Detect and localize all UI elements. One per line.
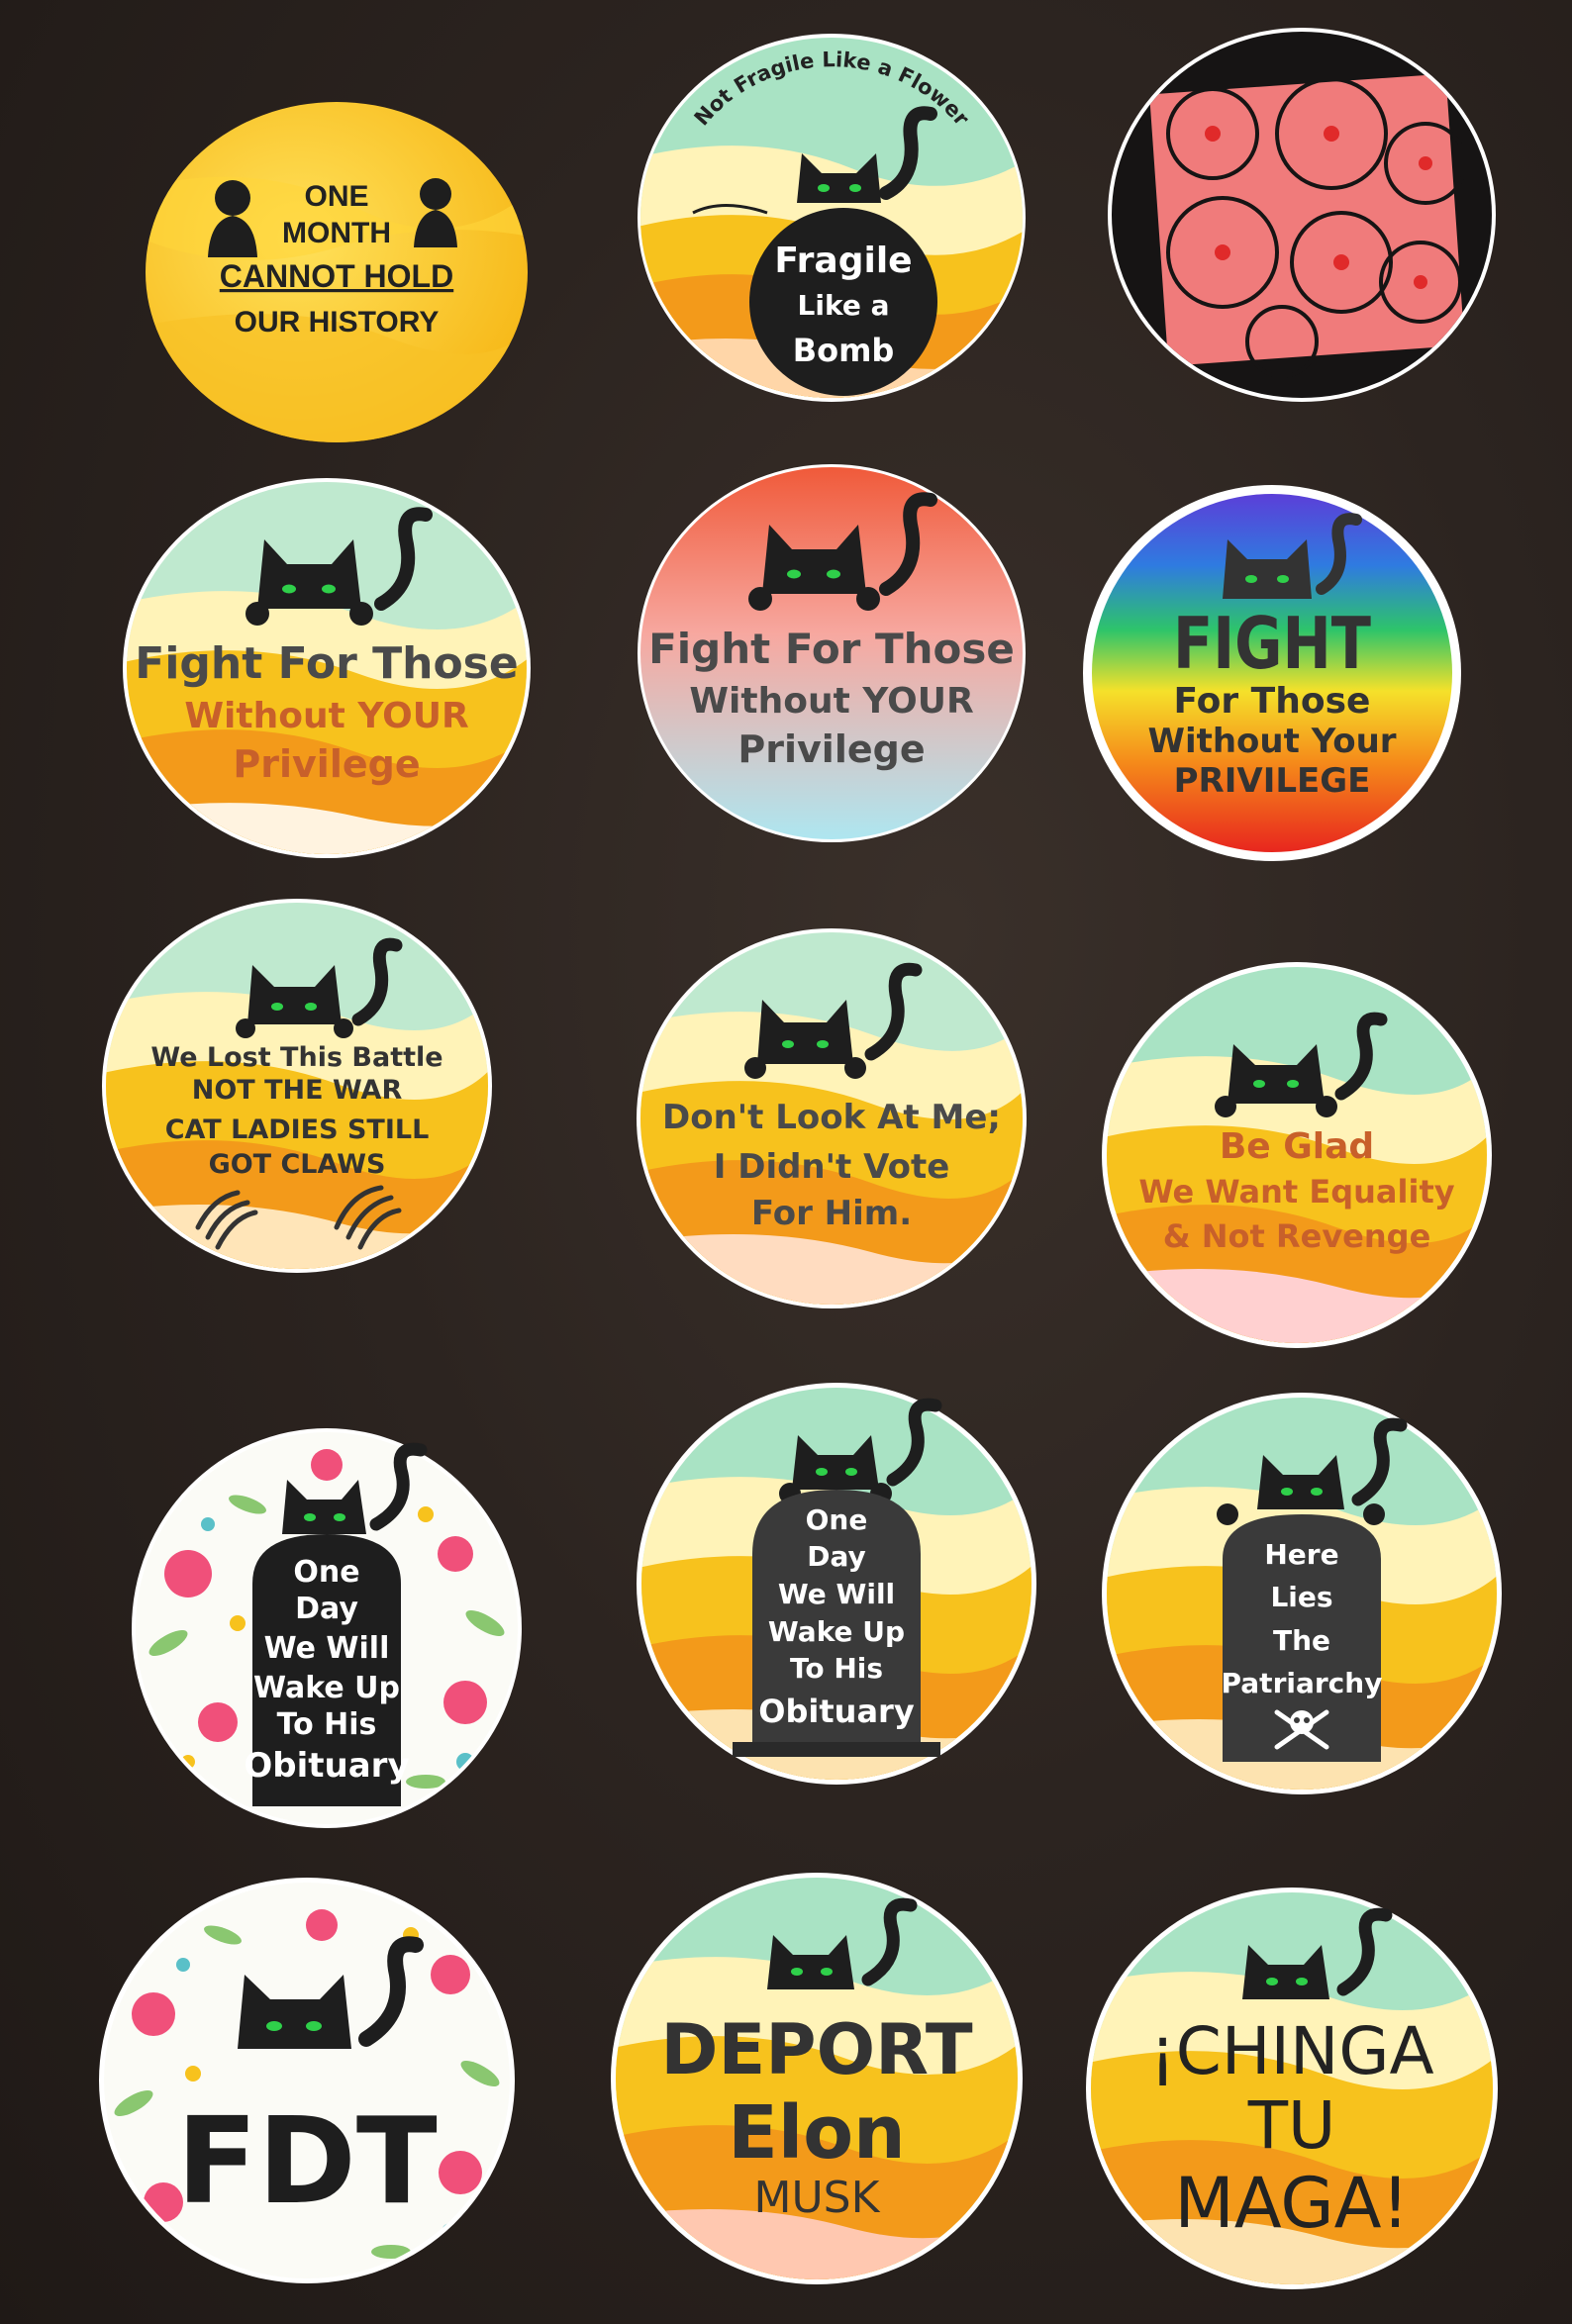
sticker-one-month: ONE MONTH CANNOT HOLD OUR HISTORY: [146, 102, 528, 442]
sticker-rainbow-line-1: FIGHT: [1173, 602, 1371, 685]
sticker-obituary-gradient: One Day We Will Wake Up To His Obituary: [637, 1383, 1036, 1785]
sticker-fdt-text: FDT: [176, 2093, 438, 2231]
sticker-fdt: FDT: [99, 1878, 515, 2283]
sticker-patriarchy-line-4: Patriarchy: [1222, 1667, 1383, 1699]
sticker-obit2-line-3: We Will: [778, 1578, 895, 1610]
sticker-deport-line-3: MUSK: [754, 2173, 881, 2223]
flower-pattern-icon: [1149, 74, 1467, 378]
sticker-beglad-line-2: We Want Equality: [1138, 1173, 1454, 1210]
sticker-obit1-line-1: One: [293, 1555, 359, 1590]
sticker-one-month-line-2: MONTH: [282, 217, 391, 249]
sticker-fight1-line-2: Without YOUR: [184, 696, 468, 736]
sticker-obit2-line-6: Obituary: [758, 1693, 915, 1730]
sticker-obituary-floral: One Day We Will Wake Up To His Obituary: [132, 1428, 522, 1828]
sticker-one-month-line-4: OUR HISTORY: [235, 306, 440, 339]
sticker-fragile-line-3: Bomb: [793, 332, 895, 369]
sticker-be-glad: Be Glad We Want Equality & Not Revenge: [1102, 962, 1492, 1348]
sticker-obit1-line-2: Day: [295, 1592, 358, 1626]
sticker-obit2-line-5: To His: [790, 1652, 883, 1685]
sticker-one-month-line-1: ONE: [304, 180, 368, 213]
sticker-obit2-line-1: One: [806, 1503, 868, 1536]
sticker-lost-line-3: CAT LADIES STILL: [165, 1114, 430, 1145]
sticker-patriarchy: Here Lies The Patriarchy: [1102, 1393, 1502, 1794]
sticker-obit1-line-4: Wake Up: [253, 1671, 400, 1705]
sticker-obit2-line-2: Day: [807, 1540, 866, 1573]
sticker-dontlook-line-1: Don't Look At Me;: [662, 1098, 1001, 1137]
sticker-fight-privilege-1: Fight For Those Without YOUR Privilege: [123, 478, 531, 858]
sticker-one-month-line-3: CANNOT HOLD: [220, 258, 453, 294]
sticker-patriarchy-line-1: Here: [1264, 1538, 1338, 1571]
sticker-chinga-maga: ¡CHINGA TU MAGA!: [1086, 1888, 1498, 2289]
sticker-dont-look: Don't Look At Me; I Didn't Vote For Him.: [637, 928, 1027, 1308]
sticker-fight-privilege-2: Fight For Those Without YOUR Privilege: [638, 464, 1026, 842]
sticker-rainbow-line-2: For Those: [1174, 681, 1371, 722]
sticker-lost-line-4: GOT CLAWS: [209, 1149, 386, 1180]
sticker-fragile-bomb: Not Fragile Like a Flower Fragile Like a…: [638, 34, 1026, 402]
sticker-obit2-line-4: Wake Up: [768, 1615, 905, 1648]
sticker-flowers: [1108, 28, 1496, 402]
sticker-lost-battle: We Lost This Battle NOT THE WAR CAT LADI…: [102, 899, 492, 1273]
sticker-rainbow-line-4: PRIVILEGE: [1174, 761, 1371, 801]
sticker-patriarchy-line-3: The: [1273, 1624, 1330, 1657]
sticker-deport-elon: DEPORT Elon MUSK: [611, 1873, 1023, 2284]
sticker-fight2-line-1: Fight For Those: [648, 625, 1015, 673]
sticker-beglad-line-1: Be Glad: [1220, 1126, 1374, 1167]
sticker-obit1-line-3: We Will: [264, 1631, 390, 1666]
sticker-fight1-line-1: Fight For Those: [135, 638, 518, 689]
sticker-fight2-line-2: Without YOUR: [689, 681, 973, 722]
sticker-obit1-line-6: Obituary: [244, 1746, 409, 1786]
sticker-lost-line-1: We Lost This Battle: [150, 1042, 442, 1073]
sticker-fragile-line-1: Fragile: [774, 241, 912, 281]
sticker-fragile-line-2: Like a: [798, 289, 890, 322]
sticker-fight1-line-3: Privilege: [233, 742, 420, 786]
sticker-deport-line-1: DEPORT: [660, 2009, 972, 2090]
sticker-patriarchy-line-2: Lies: [1270, 1581, 1332, 1613]
sticker-chinga-line-3: MAGA!: [1174, 2163, 1409, 2244]
sticker-dontlook-line-2: I Didn't Vote: [714, 1147, 950, 1187]
sticker-fight2-line-3: Privilege: [737, 727, 925, 771]
sticker-dontlook-line-3: For Him.: [751, 1194, 912, 1233]
sticker-beglad-line-3: & Not Revenge: [1163, 1217, 1431, 1255]
sticker-rainbow-line-3: Without Your: [1147, 722, 1396, 761]
sticker-obit1-line-5: To His: [277, 1707, 377, 1742]
sticker-chinga-line-1: ¡CHINGA: [1149, 2013, 1433, 2089]
sticker-fight-rainbow: FIGHT For Those Without Your PRIVILEGE: [1083, 485, 1461, 861]
sticker-lost-line-2: NOT THE WAR: [192, 1075, 403, 1106]
sticker-chinga-line-2: TU: [1247, 2087, 1336, 2164]
sticker-deport-line-2: Elon: [728, 2090, 905, 2176]
